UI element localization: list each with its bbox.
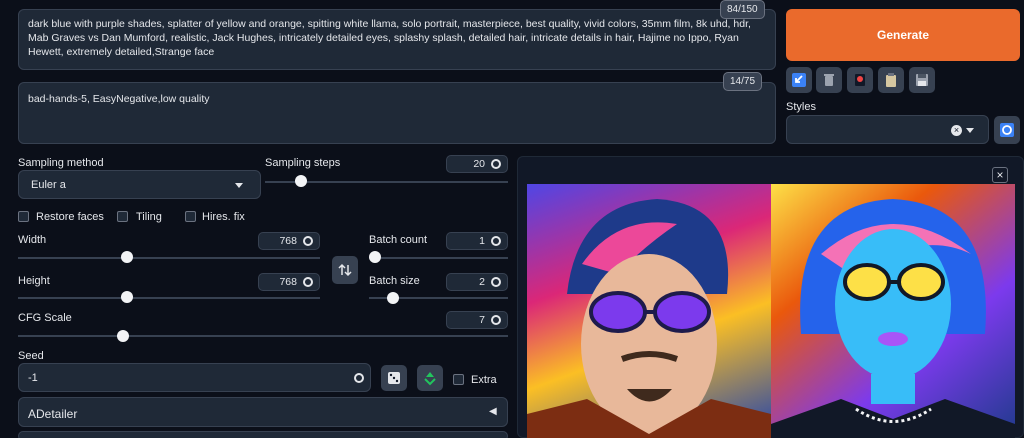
extra-networks-button[interactable] <box>847 67 873 93</box>
batch-count-value: 1 <box>479 235 485 247</box>
chevron-down-icon <box>235 183 243 188</box>
trash-icon <box>824 74 834 86</box>
cfg-scale-slider-thumb[interactable] <box>117 330 129 342</box>
woman-portrait-image <box>771 199 1015 438</box>
sampling-method-value: Euler a <box>31 179 66 191</box>
sampling-steps-input[interactable]: 20 <box>446 155 508 173</box>
seed-label: Seed <box>18 350 44 362</box>
random-seed-button[interactable] <box>381 365 407 391</box>
stepper-icon[interactable] <box>303 236 313 246</box>
stepper-icon[interactable] <box>354 372 364 383</box>
adetailer-label: ADetailer <box>28 407 78 421</box>
hires-fix-checkbox[interactable] <box>185 211 196 222</box>
cfg-scale-input[interactable]: 7 <box>446 311 508 329</box>
extra-seed-label: Extra <box>471 374 497 386</box>
refresh-styles-button[interactable] <box>994 116 1020 144</box>
restore-faces-label: Restore faces <box>36 211 104 223</box>
paint-icon <box>855 74 865 86</box>
swap-dimensions-button[interactable] <box>332 256 358 284</box>
chevron-down-icon <box>966 128 974 133</box>
gallery-image-1[interactable] <box>527 184 771 438</box>
collapse-arrow-icon: ◀ <box>489 406 497 417</box>
read-params-button[interactable] <box>786 67 812 93</box>
batch-count-label: Batch count <box>369 234 428 246</box>
prompt-token-counter: 84/150 <box>720 0 765 19</box>
width-slider-thumb[interactable] <box>121 251 133 263</box>
next-accordion[interactable] <box>18 431 508 438</box>
man-portrait-image <box>527 199 771 438</box>
close-gallery-button[interactable]: × <box>992 167 1008 183</box>
seed-value: -1 <box>28 372 38 384</box>
stepper-icon[interactable] <box>491 315 501 325</box>
recycle-icon <box>424 372 436 386</box>
negative-prompt-text: bad-hands-5, EasyNegative,low quality <box>28 93 210 105</box>
refresh-icon <box>1000 123 1014 137</box>
sampling-steps-label: Sampling steps <box>265 157 341 169</box>
cfg-scale-value: 7 <box>479 314 485 326</box>
prompt-text: dark blue with purple shades, splatter o… <box>28 18 751 58</box>
swap-icon <box>338 263 352 277</box>
stepper-icon[interactable] <box>491 277 501 287</box>
batch-count-slider-track[interactable] <box>369 257 508 259</box>
sampling-method-label: Sampling method <box>18 157 104 169</box>
batch-size-input[interactable]: 2 <box>446 273 508 291</box>
styles-label: Styles <box>786 101 816 113</box>
batch-size-value: 2 <box>479 276 485 288</box>
reuse-seed-button[interactable] <box>417 365 443 391</box>
save-icon <box>916 74 928 86</box>
batch-count-input[interactable]: 1 <box>446 232 508 250</box>
height-slider-track[interactable] <box>18 297 320 299</box>
stepper-icon[interactable] <box>491 159 501 169</box>
height-input[interactable]: 768 <box>258 273 320 291</box>
stepper-icon[interactable] <box>491 236 501 246</box>
negative-token-counter: 14/75 <box>723 72 763 91</box>
batch-size-slider-thumb[interactable] <box>387 292 399 304</box>
prompt-textarea[interactable]: dark blue with purple shades, splatter o… <box>18 9 776 70</box>
height-slider-thumb[interactable] <box>121 291 133 303</box>
tiling-label: Tiling <box>136 211 162 223</box>
apply-styles-button[interactable] <box>878 67 904 93</box>
gallery-image-2[interactable] <box>771 184 1015 438</box>
batch-count-slider-thumb[interactable] <box>369 251 381 263</box>
generate-button[interactable]: Generate <box>786 9 1020 61</box>
seed-input[interactable]: -1 <box>18 363 371 392</box>
width-slider-track[interactable] <box>18 257 320 259</box>
clipboard-icon <box>886 73 896 87</box>
clear-styles-icon[interactable]: × <box>951 125 962 136</box>
save-style-button[interactable] <box>909 67 935 93</box>
tiling-checkbox[interactable] <box>117 211 128 222</box>
clear-prompt-button[interactable] <box>816 67 842 93</box>
restore-faces-checkbox[interactable] <box>18 211 29 222</box>
batch-size-label: Batch size <box>369 275 420 287</box>
cfg-scale-label: CFG Scale <box>18 312 72 324</box>
sampling-method-dropdown[interactable]: Euler a <box>18 170 261 199</box>
extra-seed-checkbox[interactable] <box>453 374 464 385</box>
width-label: Width <box>18 234 47 246</box>
height-value: 768 <box>279 276 297 288</box>
arrow-icon <box>792 73 806 87</box>
width-input[interactable]: 768 <box>258 232 320 250</box>
cfg-scale-slider-track[interactable] <box>18 335 508 337</box>
stepper-icon[interactable] <box>303 277 313 287</box>
styles-dropdown[interactable]: × <box>786 115 989 144</box>
sampling-steps-value: 20 <box>473 158 485 170</box>
dice-icon <box>388 372 400 384</box>
height-label: Height <box>18 275 50 287</box>
output-gallery: × <box>517 156 1024 438</box>
adetailer-accordion[interactable]: ADetailer ◀ <box>18 397 508 427</box>
negative-prompt-textarea[interactable]: bad-hands-5, EasyNegative,low quality <box>18 82 776 144</box>
width-value: 768 <box>279 235 297 247</box>
hires-fix-label: Hires. fix <box>202 211 245 223</box>
sampling-steps-slider-thumb[interactable] <box>295 175 307 187</box>
